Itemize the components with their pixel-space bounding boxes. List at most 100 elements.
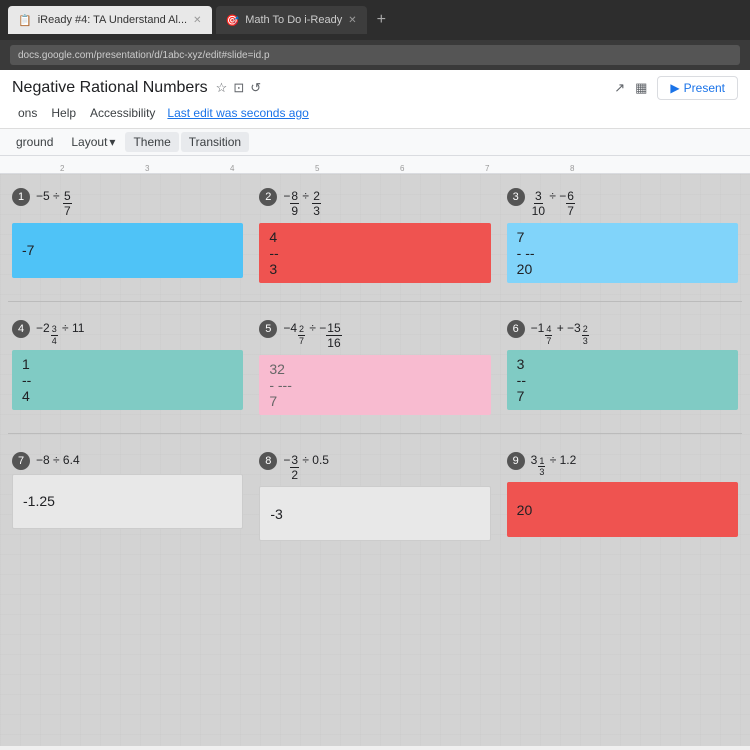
answer-line-4: --	[22, 372, 31, 388]
folder-icon[interactable]: ⊡	[233, 80, 244, 96]
answer-line-5: - ---	[269, 377, 292, 393]
present-icon: ▶	[670, 81, 679, 95]
answer-den-4: 4	[22, 388, 30, 404]
background-button[interactable]: ground	[8, 132, 61, 152]
ruler-mark-2: 2	[60, 164, 64, 173]
problem-expr-1: −5 ÷ 57	[36, 188, 72, 219]
answer-box-7: -1.25	[12, 474, 243, 529]
problem-card-6: 6 −147 + −323 3 -- 7	[503, 316, 742, 419]
answer-box-4: 1 -- 4	[12, 350, 243, 410]
answer-num-4: 1	[22, 356, 30, 372]
layout-label: Layout	[71, 135, 107, 149]
menu-ons[interactable]: ons	[12, 104, 43, 122]
layout-button[interactable]: Layout ▾	[63, 132, 123, 152]
transition-label: Transition	[189, 135, 241, 149]
menu-help[interactable]: Help	[45, 104, 82, 122]
answer-box-3: 7 - -- 20	[507, 223, 738, 283]
problem-num-4: 4	[12, 320, 30, 338]
answer-num-3: 7	[517, 229, 525, 245]
answer-box-9: 20	[507, 482, 738, 537]
tab-iready[interactable]: 📋 iReady #4: TA Understand Al... ✕	[8, 6, 212, 34]
problem-card-9: 9 313 ÷ 1.2 20	[503, 448, 742, 546]
problem-header-1: 1 −5 ÷ 57	[12, 188, 243, 219]
problem-header-4: 4 −234 ÷ 11	[12, 320, 243, 347]
ruler-mark-4: 4	[230, 164, 234, 173]
ruler: 2 3 4 5 6 7 8	[0, 156, 750, 174]
answer-box-6: 3 -- 7	[507, 350, 738, 410]
answer-frac-6: 3 -- 7	[517, 356, 728, 404]
answer-line-2: --	[269, 245, 278, 261]
divider-2	[8, 427, 742, 440]
transition-button[interactable]: Transition	[181, 132, 249, 152]
problem-num-9: 9	[507, 452, 525, 470]
problem-expr-4: −234 ÷ 11	[36, 320, 84, 347]
answer-box-1: -7	[12, 223, 243, 278]
problem-expr-7: −8 ÷ 6.4	[36, 452, 80, 469]
answer-text-9: 20	[517, 502, 728, 518]
menu-bar: ons Help Accessibility Last edit was sec…	[12, 102, 738, 126]
toolbar: ground Layout ▾ Theme Transition	[0, 129, 750, 156]
answer-box-8: -3	[259, 486, 490, 541]
ruler-mark-7: 7	[485, 164, 489, 173]
title-icons: ☆ ⊡ ↺	[216, 80, 261, 96]
answer-num-5: 32	[269, 361, 285, 377]
background-label: ground	[16, 135, 53, 149]
problem-header-6: 6 −147 + −323	[507, 320, 738, 347]
problem-expr-5: −427 ÷ −1516	[283, 320, 341, 351]
problem-num-2: 2	[259, 188, 277, 206]
answer-frac-3: 7 - -- 20	[517, 229, 728, 277]
answer-frac-2: 4 -- 3	[269, 229, 480, 277]
present-button[interactable]: ▶ Present	[657, 76, 738, 100]
problem-card-5: 5 −427 ÷ −1516 32 - --- 7	[255, 316, 494, 419]
answer-text-1: -7	[22, 242, 233, 258]
answer-box-2: 4 -- 3	[259, 223, 490, 283]
menu-accessibility[interactable]: Accessibility	[84, 104, 161, 122]
address-input[interactable]: docs.google.com/presentation/d/1abc-xyz/…	[10, 45, 740, 65]
answer-line-3: - --	[517, 245, 535, 261]
tab-close-math[interactable]: ✕	[348, 15, 356, 26]
answer-den-3: 20	[517, 261, 533, 277]
problem-num-1: 1	[12, 188, 30, 206]
problem-header-3: 3 310 ÷ −67	[507, 188, 738, 219]
tab-label-iready: iReady #4: TA Understand Al...	[38, 14, 187, 26]
answer-line-6: --	[517, 372, 526, 388]
present-label: Present	[684, 81, 725, 95]
answer-num-2: 4	[269, 229, 277, 245]
grid-icon[interactable]: ▦	[635, 80, 647, 96]
problem-card-1: 1 −5 ÷ 57 -7	[8, 184, 247, 287]
problem-num-5: 5	[259, 320, 277, 338]
problem-header-8: 8 −32 ÷ 0.5	[259, 452, 490, 483]
problem-card-8: 8 −32 ÷ 0.5 -3	[255, 448, 494, 546]
problem-header-2: 2 −89 ÷ 23	[259, 188, 490, 219]
problem-header-5: 5 −427 ÷ −1516	[259, 320, 490, 351]
cloud-icon[interactable]: ↺	[250, 80, 261, 96]
answer-text-7: -1.25	[23, 493, 232, 509]
answer-den-5: 7	[269, 393, 277, 409]
theme-button[interactable]: Theme	[125, 132, 178, 152]
star-icon[interactable]: ☆	[216, 80, 228, 96]
title-row: Negative Rational Numbers ☆ ⊡ ↺ ↗ ▦ ▶ Pr…	[12, 76, 738, 100]
answer-text-8: -3	[270, 506, 479, 522]
tab-icon-math: 🎯	[226, 14, 240, 27]
layout-arrow-icon: ▾	[109, 135, 115, 149]
page-title: Negative Rational Numbers	[12, 79, 208, 97]
new-tab-button[interactable]: +	[371, 11, 392, 29]
tab-label-math: Math To Do i-Ready	[245, 14, 342, 26]
problem-expr-3: 310 ÷ −67	[531, 188, 575, 219]
problem-card-4: 4 −234 ÷ 11 1 -- 4	[8, 316, 247, 419]
problem-num-7: 7	[12, 452, 30, 470]
divider-1	[8, 295, 742, 308]
analytics-icon[interactable]: ↗	[614, 80, 625, 96]
answer-num-6: 3	[517, 356, 525, 372]
tab-close-iready[interactable]: ✕	[193, 15, 201, 26]
tab-math[interactable]: 🎯 Math To Do i-Ready ✕	[216, 6, 367, 34]
problem-card-3: 3 310 ÷ −67 7 - -- 20	[503, 184, 742, 287]
answer-box-5: 32 - --- 7	[259, 355, 490, 415]
ruler-mark-6: 6	[400, 164, 404, 173]
last-edit-status: Last edit was seconds ago	[167, 106, 308, 120]
answer-den-6: 7	[517, 388, 525, 404]
answer-frac-4: 1 -- 4	[22, 356, 233, 404]
ruler-mark-5: 5	[315, 164, 319, 173]
problem-expr-2: −89 ÷ 23	[283, 188, 321, 219]
problem-expr-9: 313 ÷ 1.2	[531, 452, 577, 479]
